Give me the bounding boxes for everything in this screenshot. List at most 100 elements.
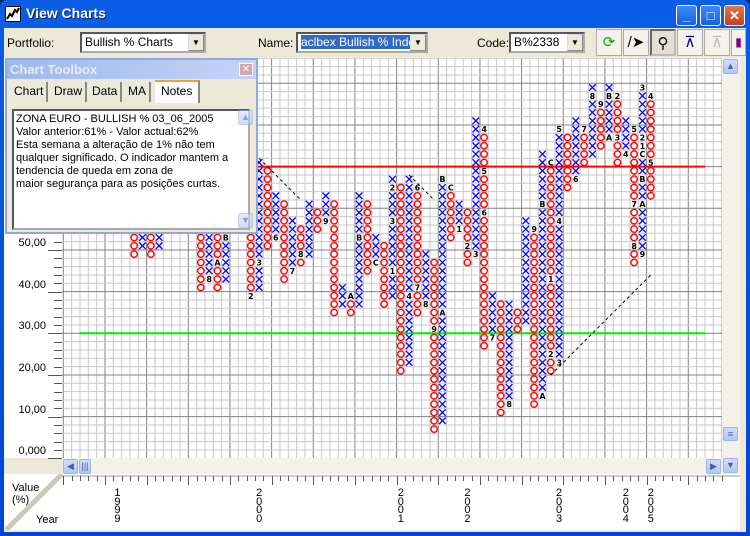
o-box bbox=[246, 283, 255, 292]
month-marker: B bbox=[223, 233, 229, 242]
tab-notes[interactable]: Notes bbox=[155, 80, 201, 103]
month-marker: 9 bbox=[598, 100, 604, 109]
code-value: B%2338 bbox=[514, 35, 560, 49]
x-box bbox=[555, 308, 563, 317]
zoom-magnifier-icon[interactable]: ⚲ bbox=[650, 29, 676, 56]
maximize-button[interactable]: □ bbox=[700, 5, 721, 26]
x-box bbox=[555, 325, 563, 333]
x-tick bbox=[63, 476, 65, 485]
scroll-thumb[interactable]: ||| bbox=[79, 459, 91, 474]
scroll-down-icon[interactable]: ▼ bbox=[723, 458, 738, 473]
x-box bbox=[472, 133, 480, 142]
weightlifter-icon[interactable]: ⊼ bbox=[677, 29, 703, 56]
scroll-thumb[interactable]: ≡ bbox=[723, 427, 738, 441]
o-box bbox=[496, 308, 505, 317]
x-box bbox=[538, 225, 547, 233]
month-marker: 2 bbox=[640, 133, 646, 142]
x-box bbox=[538, 300, 547, 308]
month-marker: 8 bbox=[298, 250, 304, 259]
month-marker: B bbox=[606, 92, 612, 101]
x-box bbox=[605, 108, 613, 117]
o-box bbox=[280, 233, 289, 242]
x-box bbox=[338, 292, 347, 300]
o-box bbox=[446, 200, 455, 209]
weightlifter-2-icon[interactable]: ⊼ bbox=[704, 29, 730, 56]
o-box bbox=[513, 325, 522, 334]
scroll-up-icon[interactable]: ▲ bbox=[238, 110, 253, 125]
o-box bbox=[530, 250, 539, 259]
chart-toolbox-panel[interactable]: Chart Toolbox ✕ Chart Draw Data MA Notes… bbox=[5, 58, 258, 234]
x-tick bbox=[179, 476, 181, 481]
o-box bbox=[530, 308, 539, 317]
minimize-button[interactable]: _ bbox=[676, 5, 697, 26]
toolbox-close-icon[interactable]: ✕ bbox=[239, 63, 253, 76]
x-tick bbox=[229, 476, 231, 485]
scroll-up-icon[interactable]: ▲ bbox=[723, 59, 738, 74]
name-value: aclbex Bullish % Index bbox=[301, 35, 422, 49]
x-box bbox=[355, 208, 363, 217]
o-box bbox=[396, 250, 405, 259]
notes-scrollbar[interactable]: ▲ ▼ bbox=[238, 109, 254, 230]
o-box bbox=[480, 333, 489, 342]
x-box bbox=[605, 83, 613, 92]
scroll-right-icon[interactable]: ▶ bbox=[706, 459, 721, 474]
name-select[interactable]: aclbex Bullish % Index ▼ bbox=[296, 32, 428, 53]
x-box bbox=[438, 233, 447, 242]
o-box bbox=[430, 408, 439, 417]
y-tick bbox=[54, 408, 62, 410]
x-box bbox=[438, 208, 447, 217]
x-tick bbox=[404, 476, 406, 481]
tab-draw[interactable]: Draw bbox=[51, 82, 88, 102]
o-box bbox=[430, 308, 439, 317]
title-bar[interactable]: View Charts _ □ ✕ bbox=[0, 0, 750, 28]
x-box bbox=[472, 175, 480, 183]
o-box bbox=[546, 191, 555, 200]
x-tick bbox=[629, 476, 631, 481]
refresh-icon[interactable]: ⟳ bbox=[596, 29, 622, 56]
y-tick bbox=[48, 416, 62, 418]
o-box bbox=[430, 258, 439, 267]
o-box bbox=[396, 241, 405, 250]
code-select[interactable]: B%2338 ▼ bbox=[509, 32, 585, 53]
x-tick bbox=[171, 476, 173, 481]
vertical-scrollbar[interactable]: ▲ ≡ ▼ bbox=[722, 58, 740, 474]
o-box bbox=[496, 300, 505, 309]
chevron-down-icon[interactable]: ▼ bbox=[188, 34, 204, 51]
scroll-left-icon[interactable]: ◀ bbox=[63, 459, 78, 474]
y-tick bbox=[54, 441, 62, 443]
x-box bbox=[355, 292, 363, 300]
draw-line-pointer-icon[interactable]: /➤ bbox=[623, 29, 649, 56]
x-box bbox=[405, 342, 413, 350]
tab-ma[interactable]: MA bbox=[125, 82, 151, 102]
x-box bbox=[638, 100, 647, 108]
o-box bbox=[246, 258, 255, 267]
horizontal-scrollbar[interactable]: ◀ ||| ▶ bbox=[62, 458, 722, 474]
o-box bbox=[463, 208, 472, 217]
x-box bbox=[438, 383, 447, 392]
portfolio-select[interactable]: Bullish % Charts ▼ bbox=[80, 32, 206, 53]
chevron-down-icon[interactable]: ▼ bbox=[567, 34, 583, 51]
tab-chart[interactable]: Chart bbox=[11, 82, 49, 102]
o-box bbox=[630, 216, 639, 225]
x-box bbox=[422, 275, 430, 283]
toolbox-title[interactable]: Chart Toolbox bbox=[7, 60, 256, 79]
scroll-down-icon[interactable]: ▼ bbox=[238, 213, 253, 228]
o-box bbox=[480, 266, 489, 275]
chevron-down-icon[interactable]: ▼ bbox=[410, 34, 426, 51]
o-box bbox=[496, 341, 505, 350]
x-box bbox=[138, 242, 147, 250]
x-tick bbox=[288, 476, 290, 481]
o-box bbox=[546, 200, 555, 209]
tab-data[interactable]: Data bbox=[89, 82, 123, 102]
x-tick bbox=[429, 476, 431, 481]
o-box bbox=[480, 316, 489, 325]
notes-textarea[interactable]: ZONA EURO - BULLISH % 03_06_2005 Valor a… bbox=[12, 109, 250, 230]
o-box bbox=[496, 316, 505, 325]
o-box bbox=[480, 325, 489, 334]
month-marker: 4 bbox=[481, 125, 487, 134]
o-box bbox=[380, 266, 389, 275]
bar-chart-icon[interactable]: ▮ bbox=[731, 29, 746, 56]
o-box bbox=[330, 275, 339, 284]
o-box bbox=[196, 275, 205, 284]
close-button[interactable]: ✕ bbox=[724, 5, 745, 26]
